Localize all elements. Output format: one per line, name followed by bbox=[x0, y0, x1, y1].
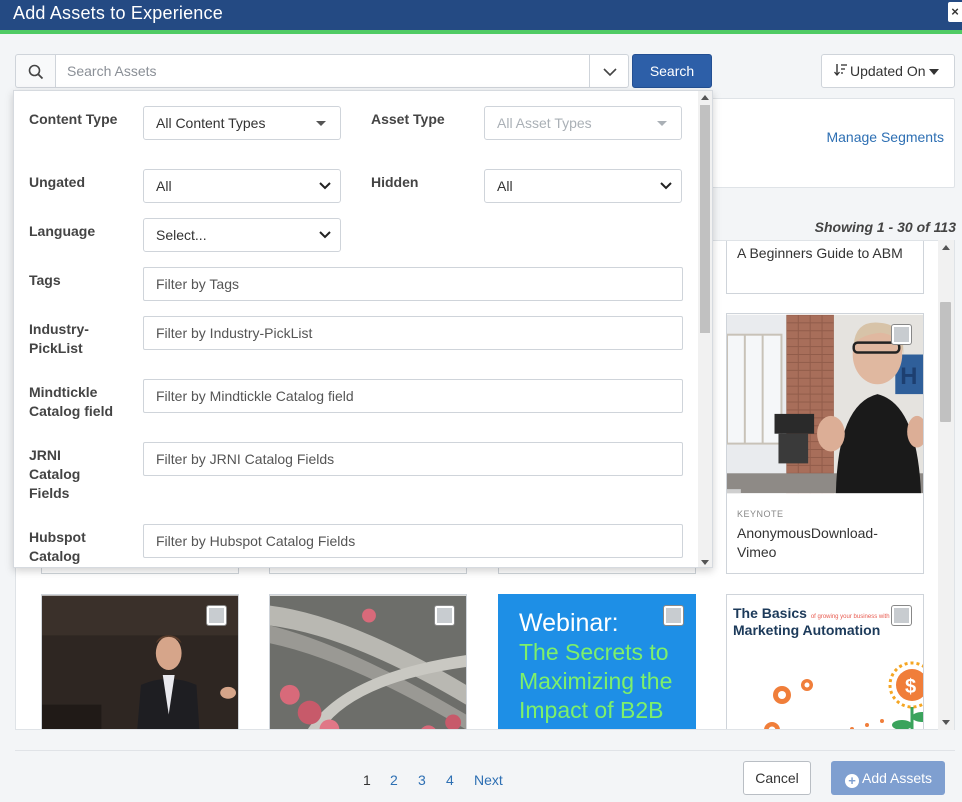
select-checkbox[interactable] bbox=[435, 606, 454, 625]
results-count: Showing 1 - 30 of 113 bbox=[814, 219, 956, 235]
caret-down-icon bbox=[316, 121, 326, 126]
ungated-select[interactable]: All bbox=[143, 169, 341, 203]
next-page-link[interactable]: Next bbox=[474, 772, 503, 788]
close-icon[interactable]: × bbox=[948, 2, 962, 22]
search-button[interactable]: Search bbox=[632, 54, 712, 88]
asset-card[interactable] bbox=[41, 594, 239, 729]
chevron-down-icon bbox=[660, 182, 672, 190]
grid-scrollbar[interactable] bbox=[938, 240, 954, 730]
content-type-value: All Content Types bbox=[156, 115, 266, 131]
ungated-value: All bbox=[156, 178, 172, 194]
marketing-illustration: $ bbox=[764, 661, 923, 729]
caret-down-icon bbox=[928, 69, 939, 76]
scrollbar-thumb[interactable] bbox=[700, 105, 710, 333]
select-checkbox[interactable] bbox=[892, 606, 911, 625]
hidden-select[interactable]: All bbox=[484, 169, 682, 203]
webinar-title: Webinar: bbox=[519, 609, 619, 637]
scroll-down-icon[interactable] bbox=[701, 560, 709, 565]
content-type-label: Content Type bbox=[29, 111, 118, 127]
hubspot-filter-input[interactable]: Filter by Hubspot Catalog Fields bbox=[143, 524, 683, 558]
sort-label: Updated On bbox=[850, 63, 926, 79]
industry-filter-input[interactable]: Filter by Industry-PickList bbox=[143, 316, 683, 350]
asset-type-value: All Asset Types bbox=[497, 115, 592, 131]
select-checkbox[interactable] bbox=[892, 325, 911, 344]
language-label: Language bbox=[29, 223, 96, 239]
asset-title-line2: Marketing Automation bbox=[733, 622, 881, 638]
asset-type-label: Asset Type bbox=[371, 111, 445, 127]
asset-card-webinar[interactable]: Webinar: The Secrets to Maximizing the I… bbox=[498, 594, 696, 729]
chevron-down-icon[interactable] bbox=[589, 54, 629, 88]
page-4-link[interactable]: 4 bbox=[446, 772, 454, 788]
mindtickle-filter-input[interactable]: Filter by Mindtickle Catalog field bbox=[143, 379, 683, 413]
industry-label: Industry-PickList bbox=[29, 321, 89, 356]
jrni-label: JRNI Catalog Fields bbox=[29, 447, 81, 501]
modal-title: Add Assets to Experience bbox=[13, 3, 223, 23]
asset-category: KEYNOTE bbox=[737, 509, 784, 519]
sort-desc-icon bbox=[834, 56, 850, 88]
hidden-value: All bbox=[497, 178, 513, 194]
asset-title-line1: The Basics of growing your business with bbox=[733, 605, 890, 621]
search-icon[interactable] bbox=[15, 54, 55, 88]
modal-titlebar: Add Assets to Experience × bbox=[0, 0, 962, 30]
filter-scrollbar[interactable] bbox=[698, 91, 712, 567]
page-3-link[interactable]: 3 bbox=[418, 772, 426, 788]
hidden-label: Hidden bbox=[371, 174, 419, 190]
scroll-up-icon[interactable] bbox=[701, 95, 709, 100]
scrollbar-thumb[interactable] bbox=[940, 302, 951, 422]
scroll-up-icon[interactable] bbox=[942, 245, 950, 250]
asset-type-select[interactable]: All Asset Types bbox=[484, 106, 682, 140]
sort-button[interactable]: Updated On bbox=[821, 54, 955, 88]
asset-name: A Beginners Guide to ABM bbox=[737, 245, 903, 261]
add-assets-label: Add Assets bbox=[862, 770, 933, 786]
chevron-down-icon bbox=[319, 182, 331, 190]
svg-text:$: $ bbox=[905, 676, 916, 698]
webinar-subtitle: The Secrets to Maximizing the Impact of … bbox=[519, 639, 673, 723]
asset-card[interactable] bbox=[269, 594, 467, 729]
language-select[interactable]: Select... bbox=[143, 218, 341, 252]
language-value: Select... bbox=[156, 227, 207, 243]
caret-down-icon bbox=[657, 121, 667, 126]
page-1-link[interactable]: 1 bbox=[363, 772, 371, 788]
filter-panel: Content Type All Content Types Asset Typ… bbox=[13, 90, 713, 568]
plus-circle-icon: + bbox=[845, 774, 859, 788]
manage-segments-link[interactable]: Manage Segments bbox=[826, 129, 944, 145]
ungated-label: Ungated bbox=[29, 174, 85, 190]
asset-card-vimeo[interactable]: H KEYNOTE AnonymousDownload-Vimeo bbox=[726, 313, 924, 574]
add-assets-button[interactable]: + Add Assets bbox=[831, 761, 945, 795]
search-input[interactable] bbox=[55, 54, 590, 88]
hubspot-label: Hubspot Catalog bbox=[29, 529, 86, 564]
cancel-button[interactable]: Cancel bbox=[743, 761, 811, 795]
asset-card-marketing[interactable]: The Basics of growing your business with… bbox=[726, 594, 924, 729]
page-2-link[interactable]: 2 bbox=[390, 772, 398, 788]
tags-filter-input[interactable]: Filter by Tags bbox=[143, 267, 683, 301]
select-checkbox[interactable] bbox=[207, 606, 226, 625]
tags-label: Tags bbox=[29, 272, 61, 288]
content-type-select[interactable]: All Content Types bbox=[143, 106, 341, 140]
select-checkbox[interactable] bbox=[664, 606, 683, 625]
chevron-down-icon bbox=[319, 231, 331, 239]
mindtickle-label: Mindtickle Catalog field bbox=[29, 384, 114, 419]
asset-name: AnonymousDownload-Vimeo bbox=[737, 525, 878, 560]
svg-text:H: H bbox=[900, 363, 917, 390]
scroll-down-icon[interactable] bbox=[942, 720, 950, 725]
jrni-filter-input[interactable]: Filter by JRNI Catalog Fields bbox=[143, 442, 683, 476]
asset-card-abm[interactable]: A Beginners Guide to ABM bbox=[726, 241, 924, 294]
